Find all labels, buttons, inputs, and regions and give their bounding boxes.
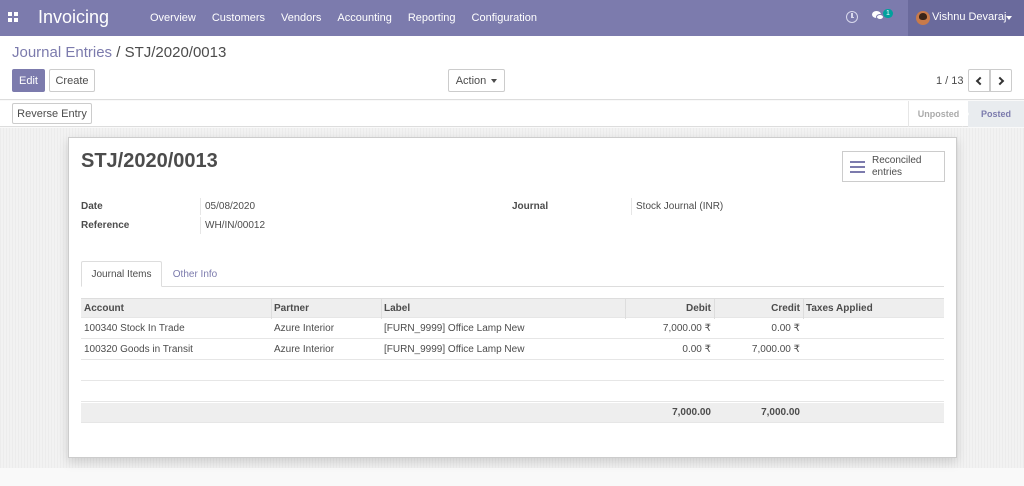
- cell-credit: 0.00 ₹: [771, 323, 800, 334]
- notebook-tabs: Journal Items Other Info: [81, 261, 944, 287]
- list-icon: [850, 161, 865, 173]
- menu-item-reporting[interactable]: Reporting: [400, 12, 464, 24]
- cell-taxes: [803, 319, 944, 339]
- header-credit[interactable]: Credit: [714, 299, 803, 319]
- header-label[interactable]: Label: [381, 299, 625, 319]
- cell-partner: Azure Interior: [274, 344, 335, 355]
- cell-account: 100340 Stock In Trade: [84, 323, 185, 334]
- tab-journal-items[interactable]: Journal Items: [81, 261, 162, 287]
- breadcrumb-current: STJ/2020/0013: [124, 44, 227, 61]
- cell-credit: 7,000.00 ₹: [751, 344, 800, 355]
- date-label: Date: [81, 201, 103, 212]
- header-partner[interactable]: Partner: [271, 299, 381, 319]
- field-separator: [200, 217, 201, 234]
- cell-label: [FURN_9999] Office Lamp New: [384, 323, 525, 334]
- cell-debit: 7,000.00 ₹: [662, 323, 711, 334]
- reference-label: Reference: [81, 220, 130, 231]
- table-row[interactable]: 100320 Goods in Transit Azure Interior […: [81, 340, 944, 360]
- stage-unposted: Unposted: [908, 101, 968, 127]
- create-button[interactable]: Create: [49, 69, 95, 92]
- form-sheet: STJ/2020/0013 Reconciled entries Date 05…: [68, 137, 957, 458]
- chat-badge: 1: [883, 9, 893, 18]
- header-debit[interactable]: Debit: [625, 299, 714, 319]
- cell-account: 100320 Goods in Transit: [84, 344, 193, 355]
- menu-item-accounting[interactable]: Accounting: [329, 12, 399, 24]
- reconciled-entries-label: Reconciled entries: [872, 155, 922, 178]
- user-name: Vishnu Devaraj: [932, 11, 1007, 23]
- menu-item-overview[interactable]: Overview: [142, 12, 204, 24]
- menu-item-vendors[interactable]: Vendors: [273, 12, 329, 24]
- apps-menu-icon[interactable]: [8, 12, 18, 22]
- breadcrumb-parent[interactable]: Journal Entries: [12, 44, 112, 61]
- cell-debit: 0.00 ₹: [682, 344, 711, 355]
- pager-previous-button[interactable]: [968, 69, 990, 92]
- table-header: Account Partner Label Debit Credit Taxes…: [81, 298, 944, 319]
- reference-value: WH/IN/00012: [205, 220, 266, 231]
- pager-next-button[interactable]: [990, 69, 1012, 92]
- action-label: Action: [455, 74, 487, 87]
- journal-value: Stock Journal (INR): [636, 201, 724, 212]
- action-dropdown[interactable]: Action: [448, 69, 505, 92]
- caret-down-icon: [491, 78, 498, 83]
- record-title: STJ/2020/0013: [81, 150, 218, 172]
- table-row[interactable]: 100340 Stock In Trade Azure Interior [FU…: [81, 319, 944, 339]
- app-title[interactable]: Invoicing: [38, 7, 109, 28]
- edit-button[interactable]: Edit: [12, 69, 45, 92]
- avatar: [916, 11, 930, 25]
- cell-partner: Azure Interior: [274, 323, 335, 334]
- control-panel: Journal Entries / STJ/2020/0013 Edit Cre…: [0, 36, 1024, 100]
- chevron-down-icon: [1006, 16, 1012, 20]
- breadcrumb: Journal Entries / STJ/2020/0013: [12, 44, 226, 61]
- activity-clock-icon[interactable]: [846, 11, 858, 23]
- field-separator: [631, 198, 632, 215]
- total-credit: 7,000.00: [761, 407, 800, 418]
- stage-posted: Posted: [968, 101, 1024, 127]
- total-debit: 7,000.00: [672, 407, 711, 418]
- tab-other-info[interactable]: Other Info: [162, 261, 228, 287]
- user-menu[interactable]: Vishnu Devaraj: [908, 0, 1024, 36]
- stage-arrow: [962, 101, 969, 127]
- empty-row: [81, 361, 944, 381]
- menu-item-configuration[interactable]: Configuration: [464, 12, 545, 24]
- chevron-left-icon: [975, 76, 985, 85]
- pager-value[interactable]: 1 / 13: [936, 75, 964, 87]
- header-taxes[interactable]: Taxes Applied: [803, 299, 944, 319]
- cell-taxes: [803, 340, 944, 360]
- menu-item-customers[interactable]: Customers: [204, 12, 273, 24]
- table-footer-totals: 7,000.00 7,000.00: [81, 403, 944, 423]
- breadcrumb-separator: /: [116, 44, 121, 61]
- top-navbar: Invoicing Overview Customers Vendors Acc…: [0, 0, 1024, 36]
- cell-label: [FURN_9999] Office Lamp New: [384, 344, 525, 355]
- header-account[interactable]: Account: [81, 299, 271, 319]
- reconciled-entries-button[interactable]: Reconciled entries: [842, 151, 945, 182]
- main-menu: Overview Customers Vendors Accounting Re…: [142, 0, 545, 36]
- empty-row: [81, 382, 944, 402]
- reverse-entry-button[interactable]: Reverse Entry: [12, 103, 92, 124]
- status-bar: Reverse Entry Unposted Posted: [0, 101, 1024, 127]
- journal-label: Journal: [512, 201, 549, 212]
- chevron-right-icon: [995, 76, 1005, 85]
- date-value: 05/08/2020: [205, 201, 256, 212]
- field-separator: [200, 198, 201, 215]
